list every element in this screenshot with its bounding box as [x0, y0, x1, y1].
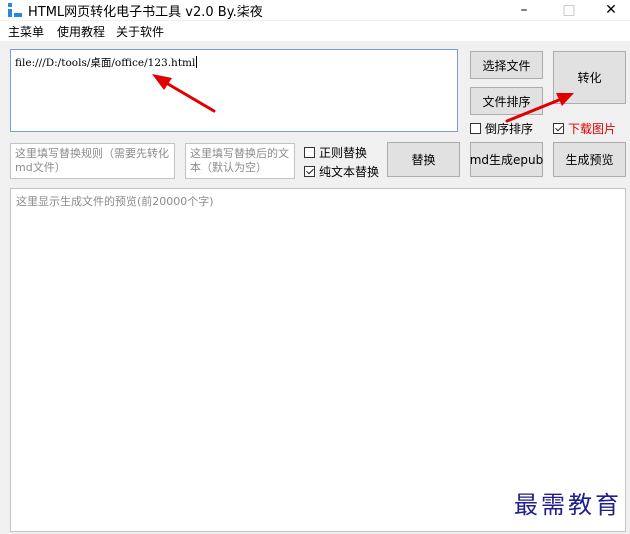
plain-text-replace-label: 纯文本替换	[319, 165, 380, 179]
convert-button[interactable]: 转化	[553, 51, 626, 104]
text-caret	[196, 56, 198, 68]
regex-replace-label: 正则替换	[319, 146, 368, 160]
plain-text-replace-box[interactable]	[304, 166, 315, 177]
preview-placeholder: 这里显示生成文件的预览(前20000个字)	[16, 195, 214, 208]
file-path-input[interactable]: file:///D:/tools/桌面/office/123.html	[10, 49, 458, 132]
download-images-box[interactable]	[553, 123, 564, 134]
minimize-button[interactable]: –	[502, 0, 546, 20]
reverse-sort-box[interactable]	[470, 123, 481, 134]
menu-tutorial[interactable]: 使用教程	[57, 23, 105, 40]
file-path-value: file:///D:/tools/桌面/office/123.html	[15, 57, 196, 69]
sort-files-button[interactable]: 文件排序	[470, 87, 543, 115]
preview-area[interactable]: 这里显示生成文件的预览(前20000个字)	[10, 188, 626, 532]
app-icon	[8, 3, 22, 17]
regex-replace-checkbox[interactable]: 正则替换	[304, 144, 367, 161]
reverse-sort-label: 倒序排序	[485, 122, 534, 136]
replace-button[interactable]: 替换	[387, 142, 460, 177]
close-button[interactable]: ✕	[589, 0, 630, 20]
plain-text-replace-checkbox[interactable]: 纯文本替换	[304, 163, 379, 180]
menu-bar: 主菜单 使用教程 关于软件	[0, 21, 630, 42]
title-bar: HTML网页转化电子书工具 v2.0 By.柒夜 – □ ✕	[0, 0, 630, 20]
reverse-sort-checkbox[interactable]: 倒序排序	[470, 120, 533, 137]
download-images-label: 下载图片	[568, 122, 617, 136]
replacement-text-input[interactable]: 这里填写替换后的文本（默认为空）	[185, 143, 295, 179]
replace-rule-input[interactable]: 这里填写替换规则（需要先转化md文件）	[10, 143, 175, 179]
maximize-button[interactable]: □	[547, 0, 591, 20]
regex-replace-box[interactable]	[304, 147, 315, 158]
generate-preview-button[interactable]: 生成预览	[553, 142, 626, 177]
select-file-button[interactable]: 选择文件	[470, 51, 543, 79]
menu-about[interactable]: 关于软件	[116, 23, 164, 40]
download-images-checkbox[interactable]: 下载图片	[553, 120, 616, 137]
menu-main[interactable]: 主菜单	[8, 23, 44, 40]
md-to-epub-button[interactable]: md生成epub	[470, 142, 543, 177]
watermark-text: 最需教育	[514, 491, 622, 519]
window-title: HTML网页转化电子书工具 v2.0 By.柒夜	[28, 5, 263, 20]
